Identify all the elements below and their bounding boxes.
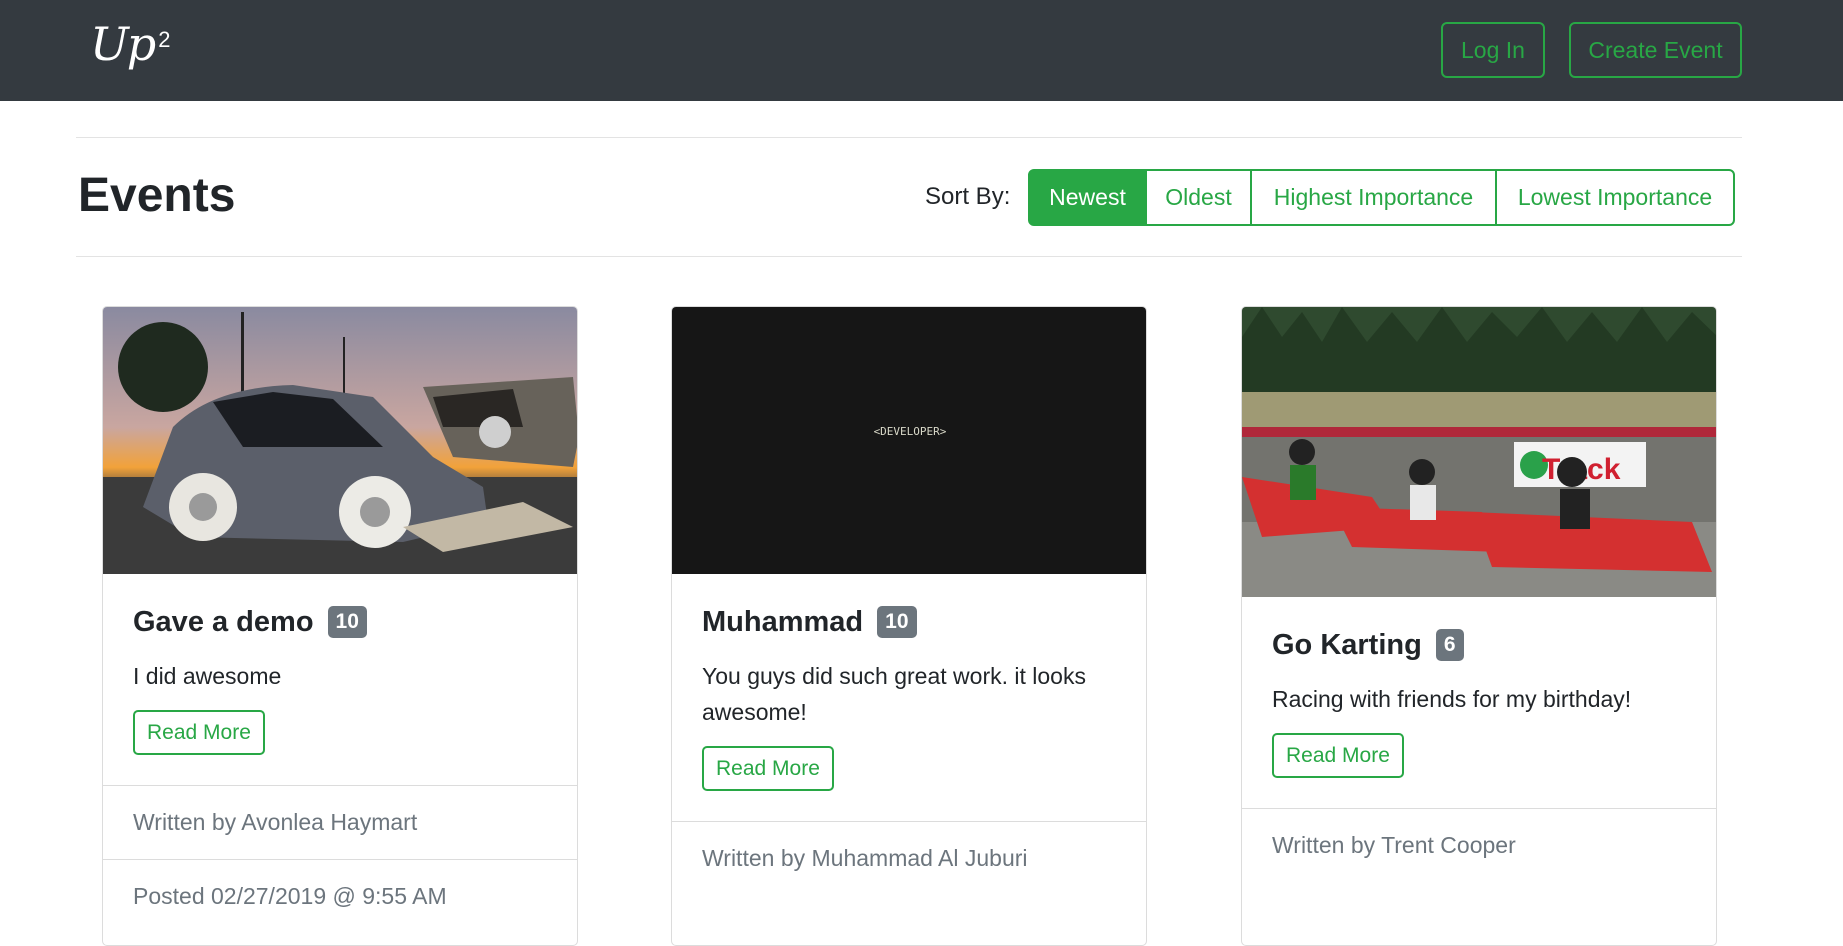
sort-lowest-importance-button[interactable]: Lowest Importance <box>1495 169 1735 226</box>
sort-highest-importance-button[interactable]: Highest Importance <box>1250 169 1497 226</box>
event-author: Written by Avonlea Haymart <box>103 785 577 859</box>
sort-newest-button[interactable]: Newest <box>1028 169 1147 226</box>
event-card: <DEVELOPER> Muhammad 10 You guys did such… <box>671 306 1147 946</box>
event-title: Muhammad <box>702 606 864 638</box>
event-card: Track Go Karting 6 Racing with friends fo… <box>1241 306 1717 946</box>
event-description: You guys did such great work. it looks a… <box>702 663 1086 725</box>
read-more-button[interactable]: Read More <box>1272 733 1404 778</box>
developer-text: <DEVELOPER> <box>874 425 947 438</box>
event-image-developer: <DEVELOPER> <box>672 307 1146 574</box>
importance-badge: 10 <box>877 606 917 638</box>
event-title: Gave a demo <box>133 606 314 638</box>
read-more-button[interactable]: Read More <box>702 746 834 791</box>
event-posted-date: Posted 02/27/2019 @ 9:55 AM <box>103 859 577 933</box>
event-description: I did awesome <box>133 663 282 689</box>
sort-oldest-button[interactable]: Oldest <box>1145 169 1252 226</box>
page-title: Events <box>78 169 236 222</box>
event-title: Go Karting <box>1272 629 1422 661</box>
sort-label: Sort By: <box>925 183 1011 210</box>
create-event-button[interactable]: Create Event <box>1569 22 1742 78</box>
event-author: Written by Muhammad Al Juburi <box>672 821 1146 895</box>
divider-top <box>76 137 1742 138</box>
divider-bottom <box>76 256 1742 257</box>
importance-badge: 10 <box>327 606 367 638</box>
event-card: Gave a demo 10 I did awesome Read More Wr… <box>102 306 578 946</box>
read-more-button[interactable]: Read More <box>133 710 265 755</box>
event-description: Racing with friends for my birthday! <box>1272 686 1632 712</box>
event-image-car <box>103 307 577 574</box>
top-navbar: Up 2 Log In Create Event <box>0 0 1843 101</box>
event-image-karting: Track <box>1242 307 1716 597</box>
importance-badge: 6 <box>1435 629 1464 661</box>
brand-logo[interactable]: Up 2 <box>90 16 171 72</box>
login-button[interactable]: Log In <box>1441 22 1545 78</box>
sort-button-group: Newest Oldest Highest Importance Lowest … <box>1028 169 1735 226</box>
event-author: Written by Trent Cooper <box>1242 808 1716 882</box>
